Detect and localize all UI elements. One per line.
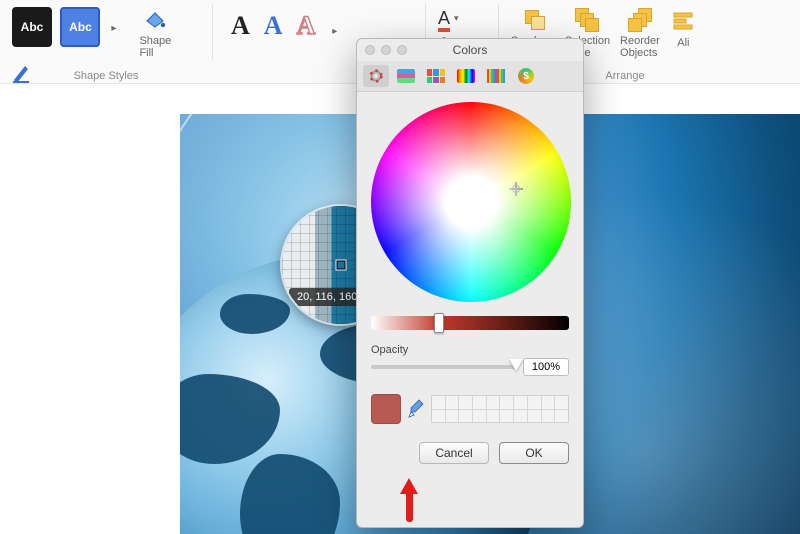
shape-fill-button[interactable]: Shape Fill xyxy=(131,6,179,59)
wordart-gallery-expand[interactable]: ▸ xyxy=(328,12,342,52)
tab-color-palettes[interactable] xyxy=(423,65,449,87)
align-icon xyxy=(672,7,694,35)
tab-pencils[interactable] xyxy=(483,65,509,87)
opacity-knob[interactable] xyxy=(509,359,523,371)
brightness-knob[interactable] xyxy=(434,313,444,333)
annotation-arrow xyxy=(400,478,418,522)
palettes-icon xyxy=(427,69,445,83)
shape-fill-label: Shape Fill xyxy=(139,36,171,59)
send-backward-icon xyxy=(523,6,547,34)
chevron-down-icon: ▾ xyxy=(454,13,459,24)
loupe-target-pixel xyxy=(337,261,346,270)
color-wheel-cursor[interactable] xyxy=(509,182,523,196)
loupe-rgb-readout: 20, 116, 160 xyxy=(289,288,365,306)
pencils-icon xyxy=(487,69,505,83)
selection-pane-icon xyxy=(575,6,599,34)
align-button[interactable]: Ali xyxy=(668,7,698,49)
reorder-objects-button[interactable]: Reorder Objects xyxy=(616,6,664,59)
wordart-preset-2[interactable]: A xyxy=(264,11,283,41)
saved-swatches[interactable] xyxy=(431,395,569,423)
opacity-label: Opacity xyxy=(371,344,569,356)
ok-label: OK xyxy=(525,446,542,460)
shape-style-gallery-expand[interactable]: ▸ xyxy=(107,9,121,49)
color-wheel-icon xyxy=(367,69,385,83)
reorder-objects-label: Reorder Objects xyxy=(620,36,660,59)
tab-image-palettes[interactable] xyxy=(453,65,479,87)
color-mode-tabs: $ xyxy=(357,61,583,92)
text-fill-icon: A xyxy=(438,8,450,29)
shape-style-preset-dark[interactable]: Abc xyxy=(12,7,52,47)
colors-dialog: Colors $ Opacity 100% xyxy=(356,38,584,528)
align-label: Ali xyxy=(677,37,689,49)
tab-color-wheel[interactable] xyxy=(363,65,389,87)
eyedropper-icon xyxy=(408,399,424,419)
titlebar[interactable]: Colors xyxy=(357,39,583,61)
tab-color-sliders[interactable] xyxy=(393,65,419,87)
shape-style-preset-label: Abc xyxy=(69,20,92,34)
wordart-preset-1[interactable]: A xyxy=(231,11,250,41)
wordart-preset-3[interactable]: A xyxy=(297,11,316,41)
color-wheel[interactable] xyxy=(371,102,571,302)
eyedropper-button[interactable] xyxy=(407,398,425,420)
dialog-title: Colors xyxy=(357,43,583,57)
opacity-slider[interactable] xyxy=(371,365,517,369)
current-color-swatch[interactable] xyxy=(371,394,401,424)
cancel-label: Cancel xyxy=(435,446,472,460)
bucket-icon xyxy=(143,6,167,34)
separator xyxy=(212,4,213,60)
reorder-objects-icon xyxy=(628,6,652,34)
group-label: Shape Styles xyxy=(6,70,206,82)
text-fill-button[interactable]: A ▾ xyxy=(438,8,486,29)
shape-style-preset-label: Abc xyxy=(21,20,44,34)
custom-icon: $ xyxy=(518,68,534,84)
spectrum-icon xyxy=(457,69,475,83)
ok-button[interactable]: OK xyxy=(499,442,569,464)
brightness-slider[interactable] xyxy=(371,316,569,330)
opacity-value[interactable]: 100% xyxy=(523,358,569,376)
group-shape-styles: Abc Abc ▸ Shape Fill Shape Styles xyxy=(6,4,206,84)
tab-custom[interactable]: $ xyxy=(513,65,539,87)
sliders-icon xyxy=(397,69,415,83)
cancel-button[interactable]: Cancel xyxy=(419,442,489,464)
shape-style-preset-blue[interactable]: Abc xyxy=(60,7,100,47)
